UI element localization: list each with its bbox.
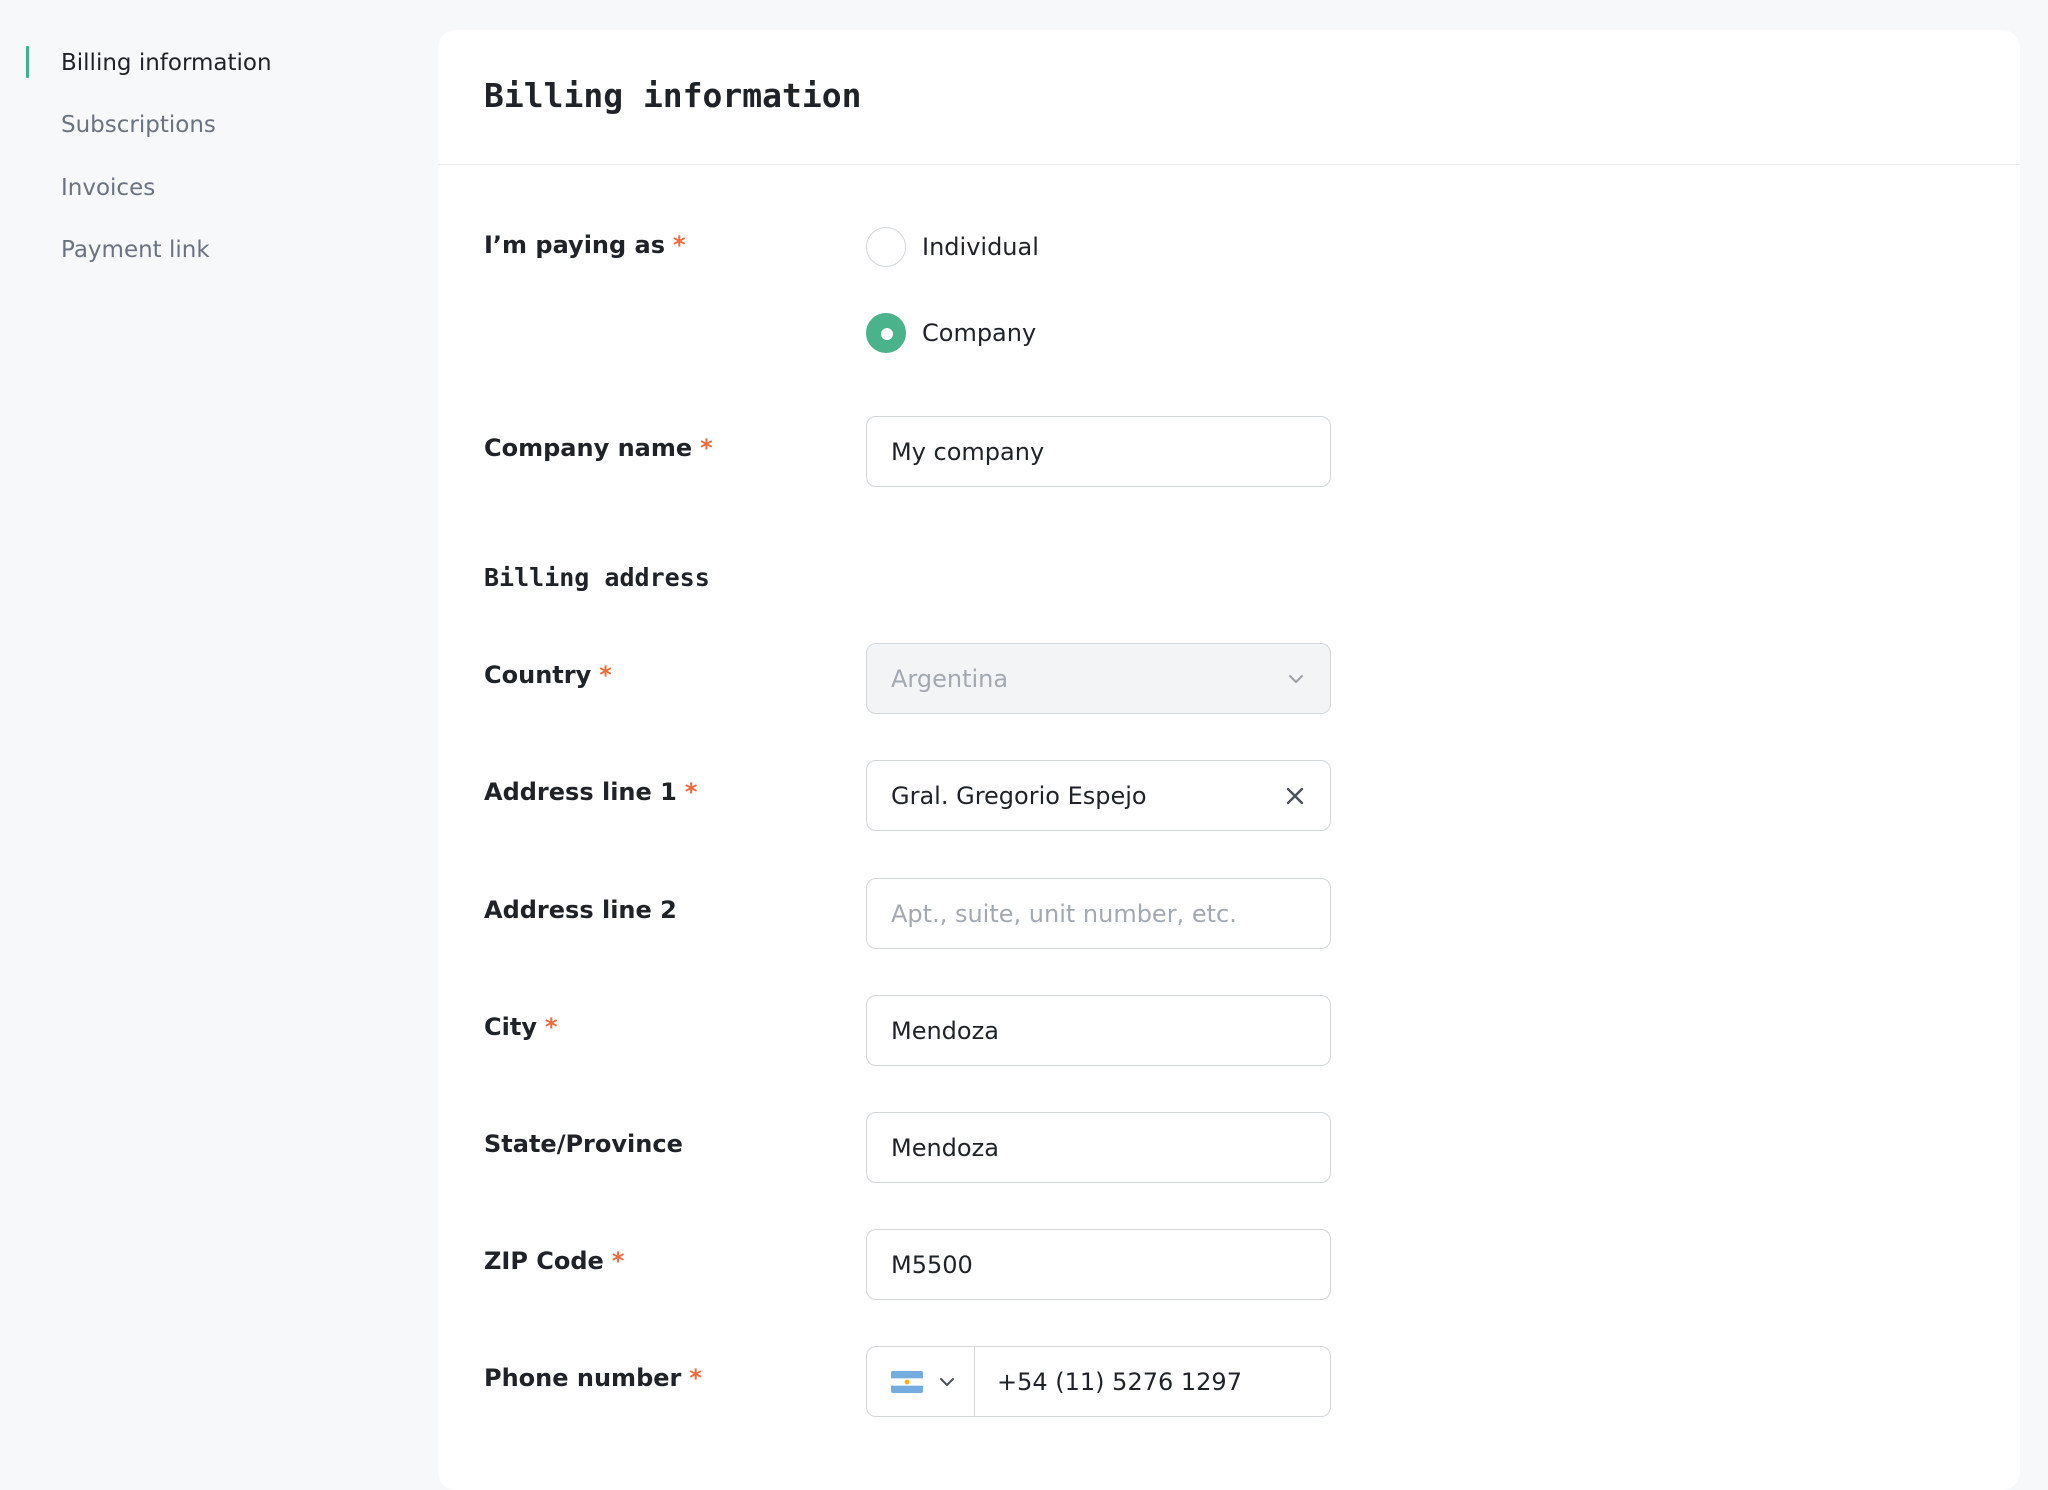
required-mark: *: [700, 434, 713, 462]
required-mark: *: [673, 231, 686, 259]
country-label-text: Country: [484, 661, 592, 689]
required-mark: *: [689, 1364, 702, 1392]
phone-number-field[interactable]: [866, 1346, 1331, 1417]
card-header: Billing information: [438, 30, 2020, 165]
company-radio[interactable]: [866, 313, 906, 353]
city-label-text: City: [484, 1013, 537, 1041]
state-province-label: State/Province: [484, 1130, 683, 1158]
company-name-label: Company name *: [484, 434, 713, 462]
state-province-input[interactable]: [891, 1133, 1306, 1162]
billing-address-heading: Billing address: [484, 563, 710, 592]
country-select[interactable]: Argentina: [866, 643, 1331, 714]
phone-number-label: Phone number *: [484, 1364, 702, 1392]
argentina-flag-icon: [891, 1370, 923, 1393]
state-province-field[interactable]: [866, 1112, 1331, 1183]
chevron-down-icon: [940, 1377, 954, 1386]
billing-sidebar: Billing information Subscriptions Invoic…: [0, 0, 436, 1463]
required-mark: *: [599, 661, 612, 689]
address-line-2-field[interactable]: [866, 878, 1331, 949]
company-name-label-text: Company name: [484, 434, 693, 462]
company-radio-label: Company: [922, 319, 1037, 347]
sidebar-item-billing-information[interactable]: Billing information: [61, 43, 272, 83]
country-select-value: Argentina: [891, 664, 1009, 693]
paying-as-label-text: I’m paying as: [484, 231, 666, 259]
address-line-2-label-text: Address line 2: [484, 896, 677, 924]
city-field[interactable]: [866, 995, 1331, 1066]
sidebar-item-subscriptions[interactable]: Subscriptions: [61, 105, 216, 145]
zip-code-input[interactable]: [891, 1250, 1306, 1279]
zip-code-label-text: ZIP Code: [484, 1247, 604, 1275]
address-line-1-field[interactable]: [866, 760, 1331, 831]
zip-code-field[interactable]: [866, 1229, 1331, 1300]
required-mark: *: [611, 1247, 625, 1275]
city-label: City *: [484, 1013, 558, 1041]
active-nav-indicator: [26, 46, 29, 78]
phone-country-dropdown[interactable]: [867, 1347, 975, 1416]
sidebar-item-invoices[interactable]: Invoices: [61, 168, 155, 208]
required-mark: *: [684, 778, 698, 806]
address-line-2-input[interactable]: [891, 899, 1306, 928]
billing-card: Billing information I’m paying as * Indiv…: [438, 30, 2020, 1490]
individual-radio[interactable]: [866, 227, 906, 267]
page-title: Billing information: [484, 76, 862, 115]
address-line-1-input[interactable]: [891, 781, 1284, 810]
individual-radio-label: Individual: [922, 233, 1039, 261]
phone-number-label-text: Phone number: [484, 1364, 682, 1392]
required-mark: *: [544, 1013, 558, 1041]
address-line-2-label: Address line 2: [484, 896, 677, 924]
city-input[interactable]: [891, 1016, 1306, 1045]
state-province-label-text: State/Province: [484, 1130, 683, 1158]
address-line-1-label-text: Address line 1: [484, 778, 677, 806]
clear-icon[interactable]: [1284, 785, 1306, 807]
radio-option-individual[interactable]: Individual: [866, 227, 1039, 267]
address-line-1-label: Address line 1 *: [484, 778, 697, 806]
phone-number-input[interactable]: [997, 1367, 1330, 1396]
chevron-down-icon: [1289, 674, 1303, 683]
phone-number-value-wrap: [975, 1347, 1330, 1416]
sidebar-item-payment-link[interactable]: Payment link: [61, 230, 210, 270]
company-name-input[interactable]: [891, 437, 1306, 466]
paying-as-label: I’m paying as *: [484, 231, 686, 259]
zip-code-label: ZIP Code *: [484, 1247, 624, 1275]
company-name-field[interactable]: [866, 416, 1331, 487]
radio-option-company[interactable]: Company: [866, 313, 1036, 353]
country-label: Country *: [484, 661, 612, 689]
